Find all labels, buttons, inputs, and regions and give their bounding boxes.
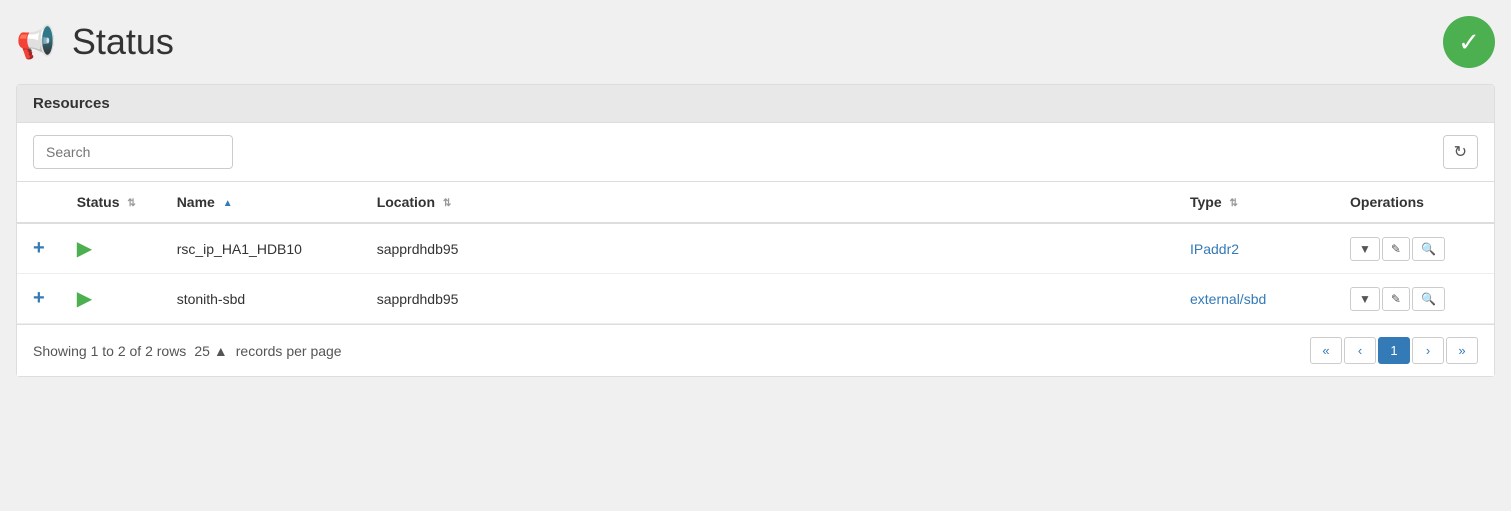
check-mark: ✓ bbox=[1458, 27, 1480, 58]
row-name-1: rsc_ip_HA1_HDB10 bbox=[177, 241, 302, 257]
sort-type-icon: ⇅ bbox=[1230, 198, 1238, 209]
sort-status-icon: ⇅ bbox=[127, 198, 135, 209]
per-page-arrow: ▲ bbox=[214, 343, 228, 359]
table-row: + ▶ rsc_ip_HA1_HDB10 sapprdhdb95 IPaddr2… bbox=[17, 223, 1494, 274]
resources-table: Status ⇅ Name ▲ Location ⇅ Type ⇅ Operat… bbox=[17, 182, 1494, 324]
footer-left: Showing 1 to 2 of 2 rows 25 ▲ records pe… bbox=[33, 343, 342, 359]
th-name-label: Name bbox=[177, 194, 215, 210]
table-header: Status ⇅ Name ▲ Location ⇅ Type ⇅ Operat… bbox=[17, 182, 1494, 223]
header-row: Status ⇅ Name ▲ Location ⇅ Type ⇅ Operat… bbox=[17, 182, 1494, 223]
status-check-icon: ✓ bbox=[1443, 16, 1495, 68]
refresh-icon: ↻ bbox=[1454, 144, 1467, 161]
table-row: + ▶ stonith-sbd sapprdhdb95 external/sbd… bbox=[17, 274, 1494, 324]
location-cell-2: sapprdhdb95 bbox=[361, 274, 1174, 324]
th-operations: Operations bbox=[1334, 182, 1494, 223]
expand-cell-1: + bbox=[17, 223, 61, 274]
ops-edit-btn-2[interactable]: ✎ bbox=[1382, 287, 1410, 311]
ops-group-2: ▼ ✎ 🔍 bbox=[1350, 287, 1478, 311]
status-cell-2: ▶ bbox=[61, 274, 161, 324]
th-type-label: Type bbox=[1190, 194, 1222, 210]
th-status-label: Status bbox=[77, 194, 120, 210]
page-next-button[interactable]: › bbox=[1412, 337, 1444, 364]
type-cell-1: IPaddr2 bbox=[1174, 223, 1334, 274]
th-location[interactable]: Location ⇅ bbox=[361, 182, 1174, 223]
expand-cell-2: + bbox=[17, 274, 61, 324]
refresh-button[interactable]: ↻ bbox=[1443, 135, 1478, 169]
ops-cell-2: ▼ ✎ 🔍 bbox=[1334, 274, 1494, 324]
expand-button-2[interactable]: + bbox=[33, 287, 45, 310]
card-header: Resources bbox=[17, 85, 1494, 123]
table-footer: Showing 1 to 2 of 2 rows 25 ▲ records pe… bbox=[17, 324, 1494, 376]
page-header: 📢 Status ✓ bbox=[16, 16, 1495, 68]
toolbar: ↻ bbox=[17, 123, 1494, 182]
row-name-2: stonith-sbd bbox=[177, 291, 245, 307]
search-input[interactable] bbox=[33, 135, 233, 169]
th-status[interactable]: Status ⇅ bbox=[61, 182, 161, 223]
status-cell-1: ▶ bbox=[61, 223, 161, 274]
ops-search-btn-2[interactable]: 🔍 bbox=[1412, 287, 1445, 311]
per-page-suffix: records per page bbox=[236, 343, 342, 359]
ops-cell-1: ▼ ✎ 🔍 bbox=[1334, 223, 1494, 274]
th-expand bbox=[17, 182, 61, 223]
page-last-button[interactable]: » bbox=[1446, 337, 1478, 364]
card-title: Resources bbox=[33, 95, 110, 112]
resources-card: Resources ↻ Status ⇅ Name ▲ Location ⇅ bbox=[16, 84, 1495, 377]
row-location-2: sapprdhdb95 bbox=[377, 291, 459, 307]
page-current-button[interactable]: 1 bbox=[1378, 337, 1410, 364]
page-prev-button[interactable]: ‹ bbox=[1344, 337, 1376, 364]
sort-name-icon: ▲ bbox=[223, 198, 233, 209]
location-cell-1: sapprdhdb95 bbox=[361, 223, 1174, 274]
ops-group-1: ▼ ✎ 🔍 bbox=[1350, 237, 1478, 261]
pagination: « ‹ 1 › » bbox=[1310, 337, 1478, 364]
ops-dropdown-btn-2[interactable]: ▼ bbox=[1350, 287, 1380, 311]
header-left: 📢 Status bbox=[16, 21, 174, 63]
showing-text: Showing 1 to 2 of 2 rows bbox=[33, 343, 186, 359]
page-first-button[interactable]: « bbox=[1310, 337, 1342, 364]
name-cell-2: stonith-sbd bbox=[161, 274, 361, 324]
type-link-1[interactable]: IPaddr2 bbox=[1190, 241, 1239, 257]
megaphone-icon: 📢 bbox=[16, 23, 56, 61]
page-title: Status bbox=[72, 21, 174, 63]
table-body: + ▶ rsc_ip_HA1_HDB10 sapprdhdb95 IPaddr2… bbox=[17, 223, 1494, 324]
type-cell-2: external/sbd bbox=[1174, 274, 1334, 324]
row-location-1: sapprdhdb95 bbox=[377, 241, 459, 257]
th-name[interactable]: Name ▲ bbox=[161, 182, 361, 223]
ops-search-btn-1[interactable]: 🔍 bbox=[1412, 237, 1445, 261]
name-cell-1: rsc_ip_HA1_HDB10 bbox=[161, 223, 361, 274]
type-link-2[interactable]: external/sbd bbox=[1190, 291, 1266, 307]
ops-edit-btn-1[interactable]: ✎ bbox=[1382, 237, 1410, 261]
th-location-label: Location bbox=[377, 194, 435, 210]
expand-button-1[interactable]: + bbox=[33, 237, 45, 260]
per-page-value: 25 bbox=[194, 343, 210, 359]
per-page-selector[interactable]: 25 ▲ bbox=[194, 343, 227, 359]
th-operations-label: Operations bbox=[1350, 194, 1424, 210]
ops-dropdown-btn-1[interactable]: ▼ bbox=[1350, 237, 1380, 261]
th-type[interactable]: Type ⇅ bbox=[1174, 182, 1334, 223]
running-icon-1: ▶ bbox=[77, 238, 92, 260]
running-icon-2: ▶ bbox=[77, 288, 92, 310]
sort-location-icon: ⇅ bbox=[443, 198, 451, 209]
